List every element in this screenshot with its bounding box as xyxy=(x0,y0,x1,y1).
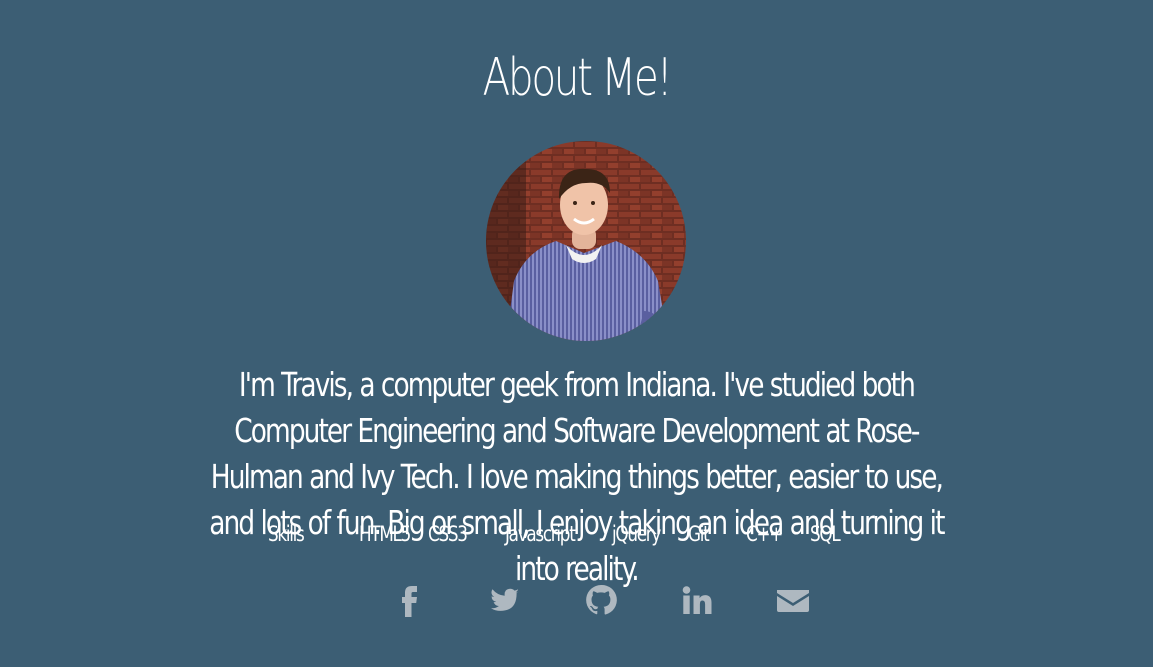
skill-item: CSS3 xyxy=(428,522,468,546)
skill-item: SQL xyxy=(810,522,841,546)
skill-item: jQuery xyxy=(612,522,661,546)
facebook-link[interactable] xyxy=(389,580,429,620)
skills-label: Skills xyxy=(268,522,305,546)
page-title: About Me! xyxy=(482,48,673,108)
bio-text: I'm Travis, a computer geek from Indiana… xyxy=(209,365,945,588)
github-icon xyxy=(586,584,617,615)
email-link[interactable] xyxy=(773,580,813,620)
twitter-link[interactable] xyxy=(485,580,525,620)
linkedin-link[interactable] xyxy=(677,580,717,620)
github-link[interactable] xyxy=(581,580,621,620)
avatar xyxy=(486,141,686,341)
skill-item: Javascript xyxy=(505,522,576,546)
facebook-icon xyxy=(402,586,417,617)
envelope-icon xyxy=(777,590,809,612)
about-section: About Me! I'm Travis, a computer geek fr… xyxy=(0,0,1153,667)
skill-item: C++ xyxy=(746,522,783,546)
skill-item: Git xyxy=(688,522,710,546)
linkedin-icon xyxy=(682,586,712,614)
skill-item: HTML5 xyxy=(359,522,411,546)
twitter-icon xyxy=(491,588,519,611)
skills-row: Skills HTML5 CSS3 Javascript jQuery Git … xyxy=(0,522,1153,552)
